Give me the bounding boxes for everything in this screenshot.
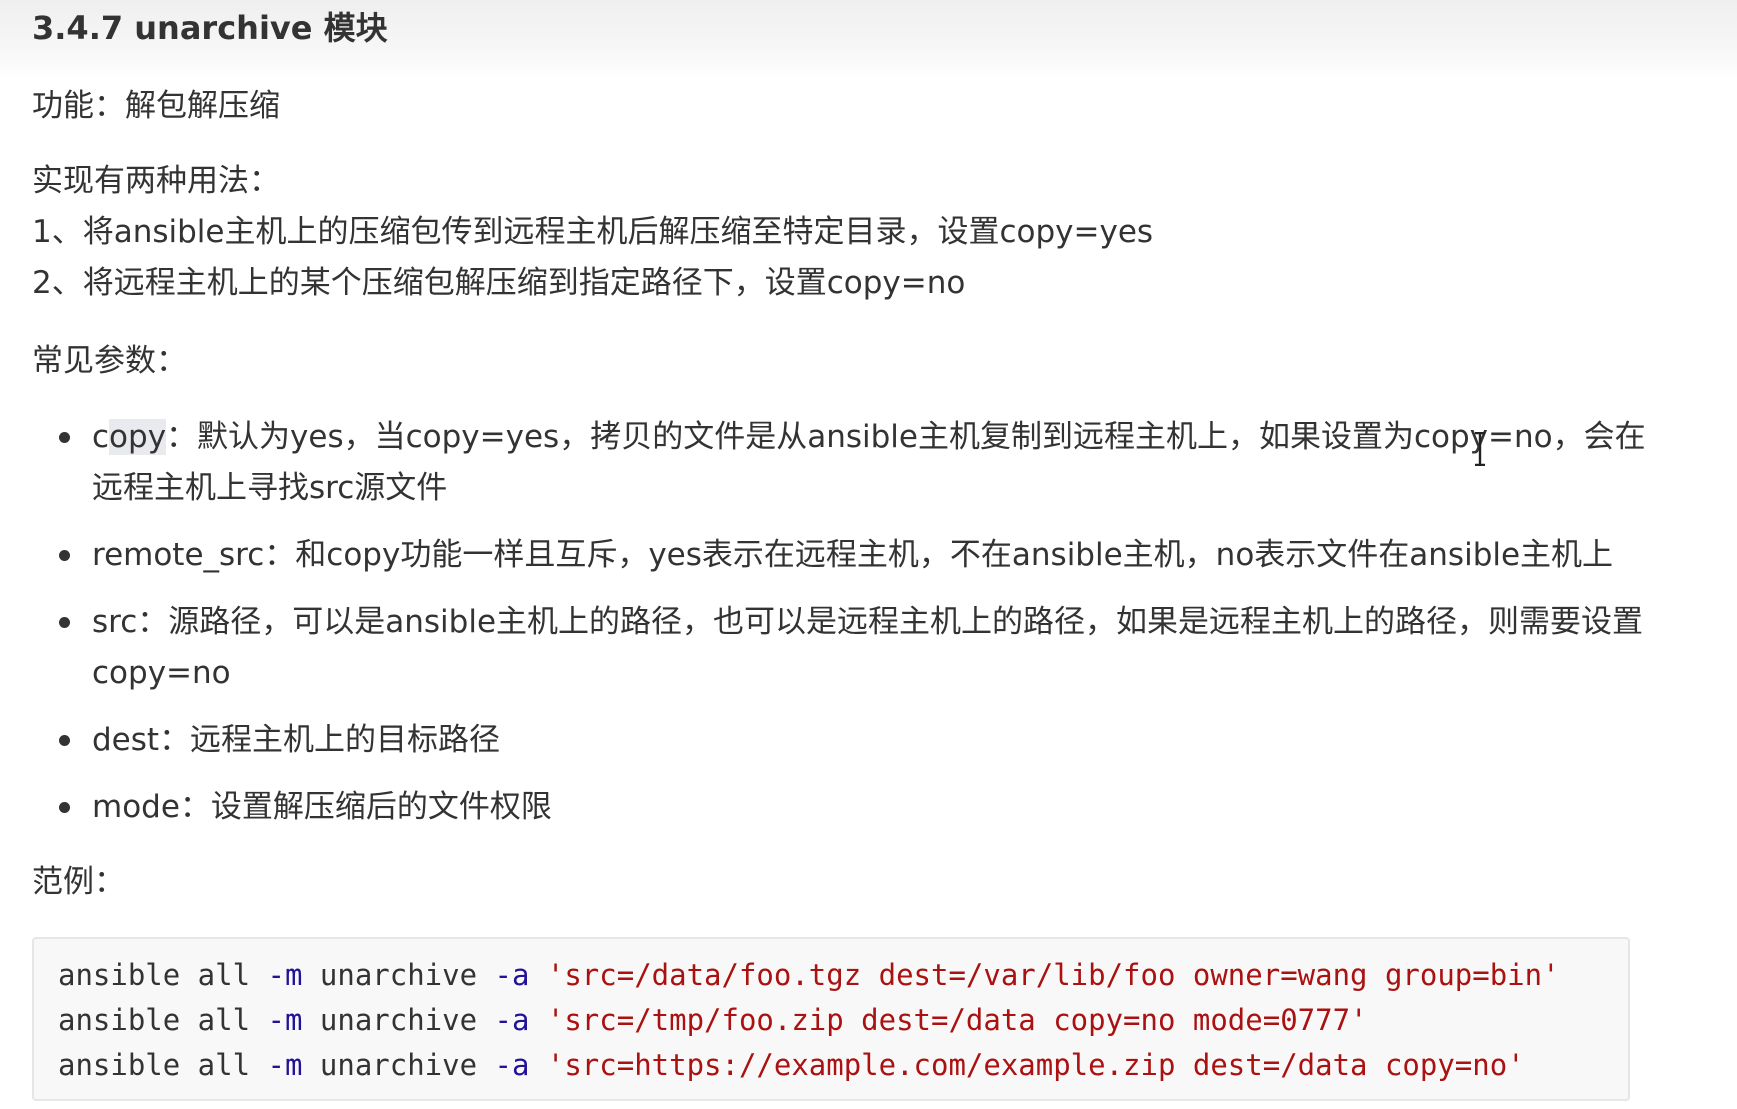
- bullet-dot-icon: [59, 735, 70, 746]
- param-name: dest: [92, 722, 160, 758]
- bullet-dot-icon: [59, 802, 70, 813]
- code-command: ansible all: [58, 1048, 268, 1082]
- param-name: src: [92, 604, 138, 640]
- param-name: remote_src: [92, 537, 265, 573]
- code-args: 'src=https://example.com/example.zip des…: [546, 1048, 1525, 1082]
- code-flag: -m: [267, 958, 303, 992]
- param-name: c: [92, 419, 110, 455]
- param-item-dest: dest：远程主机上的目标路径: [32, 715, 1632, 766]
- code-command: ansible all: [58, 1003, 268, 1037]
- bullet-dot-icon: [59, 617, 70, 628]
- code-flag: -a: [494, 1048, 530, 1082]
- param-desc: ：远程主机上的目标路径: [159, 722, 501, 758]
- params-list: copy：默认为yes，当copy=yes，拷贝的文件是从ansible主机复制…: [32, 412, 1646, 849]
- param-text: mode：设置解压缩后的文件权限: [92, 782, 1652, 833]
- param-item-mode: mode：设置解压缩后的文件权限: [32, 782, 1632, 833]
- code-line-2: ansible all -m unarchive -a 'src=/tmp/fo…: [58, 998, 1368, 1042]
- param-item-remote-src: remote_src：和copy功能一样且互斥，yes表示在远程主机，不在ans…: [32, 530, 1632, 581]
- code-args: 'src=/tmp/foo.zip dest=/data copy=no mod…: [546, 1003, 1368, 1037]
- code-module: unarchive: [302, 1003, 495, 1037]
- param-text: src：源路径，可以是ansible主机上的路径，也可以是远程主机上的路径，如果…: [92, 597, 1652, 699]
- code-module: unarchive: [302, 1048, 495, 1082]
- code-flag: -a: [494, 958, 530, 992]
- bullet-dot-icon: [59, 550, 70, 561]
- param-text: dest：远程主机上的目标路径: [92, 715, 1652, 766]
- code-args: 'src=/data/foo.tgz dest=/var/lib/foo own…: [546, 958, 1560, 992]
- code-block[interactable]: ansible all -m unarchive -a 'src=/data/f…: [32, 937, 1630, 1101]
- usage-intro: 实现有两种用法：: [32, 163, 280, 199]
- param-text: copy：默认为yes，当copy=yes，拷贝的文件是从ansible主机复制…: [92, 412, 1652, 514]
- selected-text: opy: [109, 419, 167, 455]
- code-flag: -a: [494, 1003, 530, 1037]
- code-flag: -m: [267, 1048, 303, 1082]
- code-flag: -m: [267, 1003, 303, 1037]
- section-heading: 3.4.7 unarchive 模块: [32, 9, 388, 47]
- code-command: ansible all: [58, 958, 268, 992]
- param-text: remote_src：和copy功能一样且互斥，yes表示在远程主机，不在ans…: [92, 530, 1652, 581]
- usage-item-2: 2、将远程主机上的某个压缩包解压缩到指定路径下，设置copy=no: [32, 265, 966, 301]
- param-item-copy: copy：默认为yes，当copy=yes，拷贝的文件是从ansible主机复制…: [32, 412, 1646, 514]
- param-desc: ：和copy功能一样且互斥，yes表示在远程主机，不在ansible主机，no表…: [264, 537, 1614, 573]
- usage-item-1: 1、将ansible主机上的压缩包传到远程主机后解压缩至特定目录，设置copy=…: [32, 214, 1154, 250]
- params-label: 常见参数：: [32, 343, 187, 379]
- code-line-1: ansible all -m unarchive -a 'src=/data/f…: [58, 953, 1560, 997]
- param-name: mode: [92, 789, 180, 825]
- function-line: 功能：解包解压缩: [32, 88, 280, 124]
- example-label: 范例：: [32, 864, 125, 900]
- param-desc: ：设置解压缩后的文件权限: [179, 789, 552, 825]
- code-module: unarchive: [302, 958, 495, 992]
- param-item-src: src：源路径，可以是ansible主机上的路径，也可以是远程主机上的路径，如果…: [32, 597, 1643, 699]
- param-desc: ：源路径，可以是ansible主机上的路径，也可以是远程主机上的路径，如果是远程…: [92, 604, 1644, 691]
- text-cursor-icon: [1475, 432, 1485, 466]
- bullet-dot-icon: [59, 432, 70, 443]
- param-desc: ：默认为yes，当copy=yes，拷贝的文件是从ansible主机复制到远程主…: [92, 419, 1646, 506]
- code-line-3: ansible all -m unarchive -a 'src=https:/…: [58, 1043, 1525, 1087]
